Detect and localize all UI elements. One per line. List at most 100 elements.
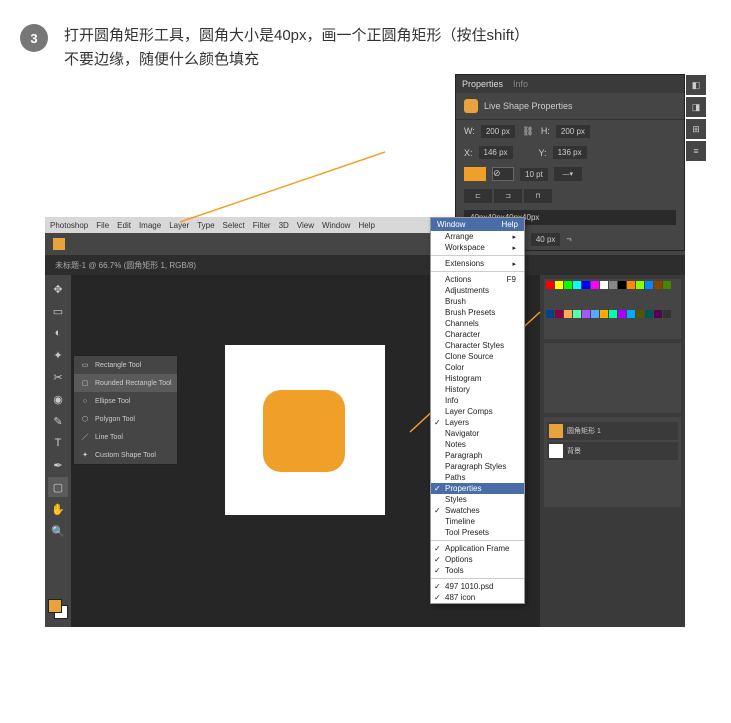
rounded-rectangle-shape[interactable] xyxy=(263,390,345,472)
rounded-rectangle-tool-item[interactable]: ▢Rounded Rectangle Tool xyxy=(74,374,177,392)
menu-item-channels[interactable]: Channels xyxy=(431,318,524,329)
fill-swatch[interactable] xyxy=(464,167,486,181)
height-field[interactable]: 200 px xyxy=(556,125,590,138)
panel-icon[interactable]: ◨ xyxy=(686,97,706,117)
stroke-cap-button[interactable]: ⊐ xyxy=(494,189,522,203)
custom-shape-tool-item[interactable]: ✦Custom Shape Tool xyxy=(74,446,177,464)
zoom-tool-icon[interactable]: 🔍 xyxy=(48,521,68,541)
menu-item-color[interactable]: Color xyxy=(431,362,524,373)
menu-item-layers[interactable]: Layers xyxy=(431,417,524,428)
swatch-item[interactable] xyxy=(573,310,581,318)
swatch-item[interactable] xyxy=(636,310,644,318)
menu-item-actions[interactable]: ActionsF9 xyxy=(431,274,524,285)
swatch-item[interactable] xyxy=(555,281,563,289)
info-tab[interactable]: Info xyxy=(513,79,528,89)
menu-layer[interactable]: Layer xyxy=(169,221,189,230)
swatch-item[interactable] xyxy=(564,281,572,289)
panel-icon[interactable]: ⊞ xyxy=(686,119,706,139)
menu-window[interactable]: Window xyxy=(322,221,350,230)
menu-item-adjustments[interactable]: Adjustments xyxy=(431,285,524,296)
menu-item-character-styles[interactable]: Character Styles xyxy=(431,340,524,351)
polygon-tool-item[interactable]: ⬡Polygon Tool xyxy=(74,410,177,428)
menu-item-swatches[interactable]: Swatches xyxy=(431,505,524,516)
rectangle-tool-item[interactable]: ▭Rectangle Tool xyxy=(74,356,177,374)
menu-select[interactable]: Select xyxy=(223,221,245,230)
menu-view[interactable]: View xyxy=(297,221,314,230)
menu-item-info[interactable]: Info xyxy=(431,395,524,406)
menu-item-brush-presets[interactable]: Brush Presets xyxy=(431,307,524,318)
pen-tool-icon[interactable]: ✒ xyxy=(48,455,68,475)
swatch-item[interactable] xyxy=(555,310,563,318)
menu-item-styles[interactable]: Styles xyxy=(431,494,524,505)
swatch-item[interactable] xyxy=(618,281,626,289)
menu-item-timeline[interactable]: Timeline xyxy=(431,516,524,527)
foreground-color[interactable] xyxy=(48,599,62,613)
marquee-tool-icon[interactable]: ▭ xyxy=(48,301,68,321)
wand-tool-icon[interactable]: ✦ xyxy=(48,345,68,365)
shape-tool-icon[interactable]: ▢ xyxy=(48,477,68,497)
menu-filter[interactable]: Filter xyxy=(253,221,271,230)
menu-item-paragraph[interactable]: Paragraph xyxy=(431,450,524,461)
swatch-item[interactable] xyxy=(627,281,635,289)
menu-item-history[interactable]: History xyxy=(431,384,524,395)
menu-item-extensions[interactable]: Extensions xyxy=(431,258,524,269)
hand-tool-icon[interactable]: ✋ xyxy=(48,499,68,519)
canvas[interactable] xyxy=(225,345,385,515)
color-swatches[interactable] xyxy=(48,599,68,619)
menu-type[interactable]: Type xyxy=(197,221,214,230)
menu-file[interactable]: File xyxy=(96,221,109,230)
fill-color-swatch[interactable] xyxy=(53,238,65,250)
x-field[interactable]: 146 px xyxy=(479,146,513,159)
swatch-item[interactable] xyxy=(618,310,626,318)
menu-item-paths[interactable]: Paths xyxy=(431,472,524,483)
menu-item-tools[interactable]: Tools xyxy=(431,565,524,576)
menu-item-workspace[interactable]: Workspace xyxy=(431,242,524,253)
swatch-item[interactable] xyxy=(609,310,617,318)
layer-row[interactable]: 圆角矩形 1 xyxy=(547,422,678,440)
menu-photoshop[interactable]: Photoshop xyxy=(50,221,88,230)
swatch-item[interactable] xyxy=(591,281,599,289)
swatch-item[interactable] xyxy=(582,310,590,318)
swatch-item[interactable] xyxy=(654,310,662,318)
layer-row[interactable]: 背景 xyxy=(547,442,678,460)
properties-tab[interactable]: Properties xyxy=(462,79,503,89)
menu-item-notes[interactable]: Notes xyxy=(431,439,524,450)
lasso-tool-icon[interactable]: ◐ xyxy=(48,323,68,343)
stroke-swatch[interactable]: ⊘ xyxy=(492,167,514,181)
swatch-item[interactable] xyxy=(564,310,572,318)
move-tool-icon[interactable]: ✥ xyxy=(48,279,68,299)
menu-help[interactable]: Help xyxy=(358,221,374,230)
brush-tool-icon[interactable]: ✎ xyxy=(48,411,68,431)
corner-tr-field[interactable]: 40 px xyxy=(531,233,561,246)
swatch-item[interactable] xyxy=(663,310,671,318)
y-field[interactable]: 136 px xyxy=(553,146,587,159)
menu-3d[interactable]: 3D xyxy=(279,221,289,230)
swatch-item[interactable] xyxy=(582,281,590,289)
eyedropper-tool-icon[interactable]: ◉ xyxy=(48,389,68,409)
menu-item-layer-comps[interactable]: Layer Comps xyxy=(431,406,524,417)
type-tool-icon[interactable]: T xyxy=(48,433,68,453)
menu-item-arrange[interactable]: Arrange xyxy=(431,231,524,242)
stroke-width-field[interactable]: 10 pt xyxy=(520,168,548,181)
menu-item-487-icon[interactable]: 487 icon xyxy=(431,592,524,603)
menu-item-options[interactable]: Options xyxy=(431,554,524,565)
menu-item-clone-source[interactable]: Clone Source xyxy=(431,351,524,362)
menu-item-brush[interactable]: Brush xyxy=(431,296,524,307)
menu-item-histogram[interactable]: Histogram xyxy=(431,373,524,384)
swatch-item[interactable] xyxy=(645,310,653,318)
menu-item-497-1010.psd[interactable]: 497 1010.psd xyxy=(431,581,524,592)
line-tool-item[interactable]: ／Line Tool xyxy=(74,428,177,446)
menu-item-properties[interactable]: Properties xyxy=(431,483,524,494)
width-field[interactable]: 200 px xyxy=(481,125,515,138)
menu-item-tool-presets[interactable]: Tool Presets xyxy=(431,527,524,538)
menu-item-paragraph-styles[interactable]: Paragraph Styles xyxy=(431,461,524,472)
menu-image[interactable]: Image xyxy=(139,221,161,230)
stroke-align-button[interactable]: ⊏ xyxy=(464,189,492,203)
menu-item-application-frame[interactable]: Application Frame xyxy=(431,543,524,554)
swatch-item[interactable] xyxy=(546,281,554,289)
swatch-item[interactable] xyxy=(636,281,644,289)
panel-icon[interactable]: ≡ xyxy=(686,141,706,161)
swatch-item[interactable] xyxy=(609,281,617,289)
stroke-style-dropdown[interactable]: —▾ xyxy=(554,167,582,181)
panel-icon[interactable]: ◧ xyxy=(686,75,706,95)
